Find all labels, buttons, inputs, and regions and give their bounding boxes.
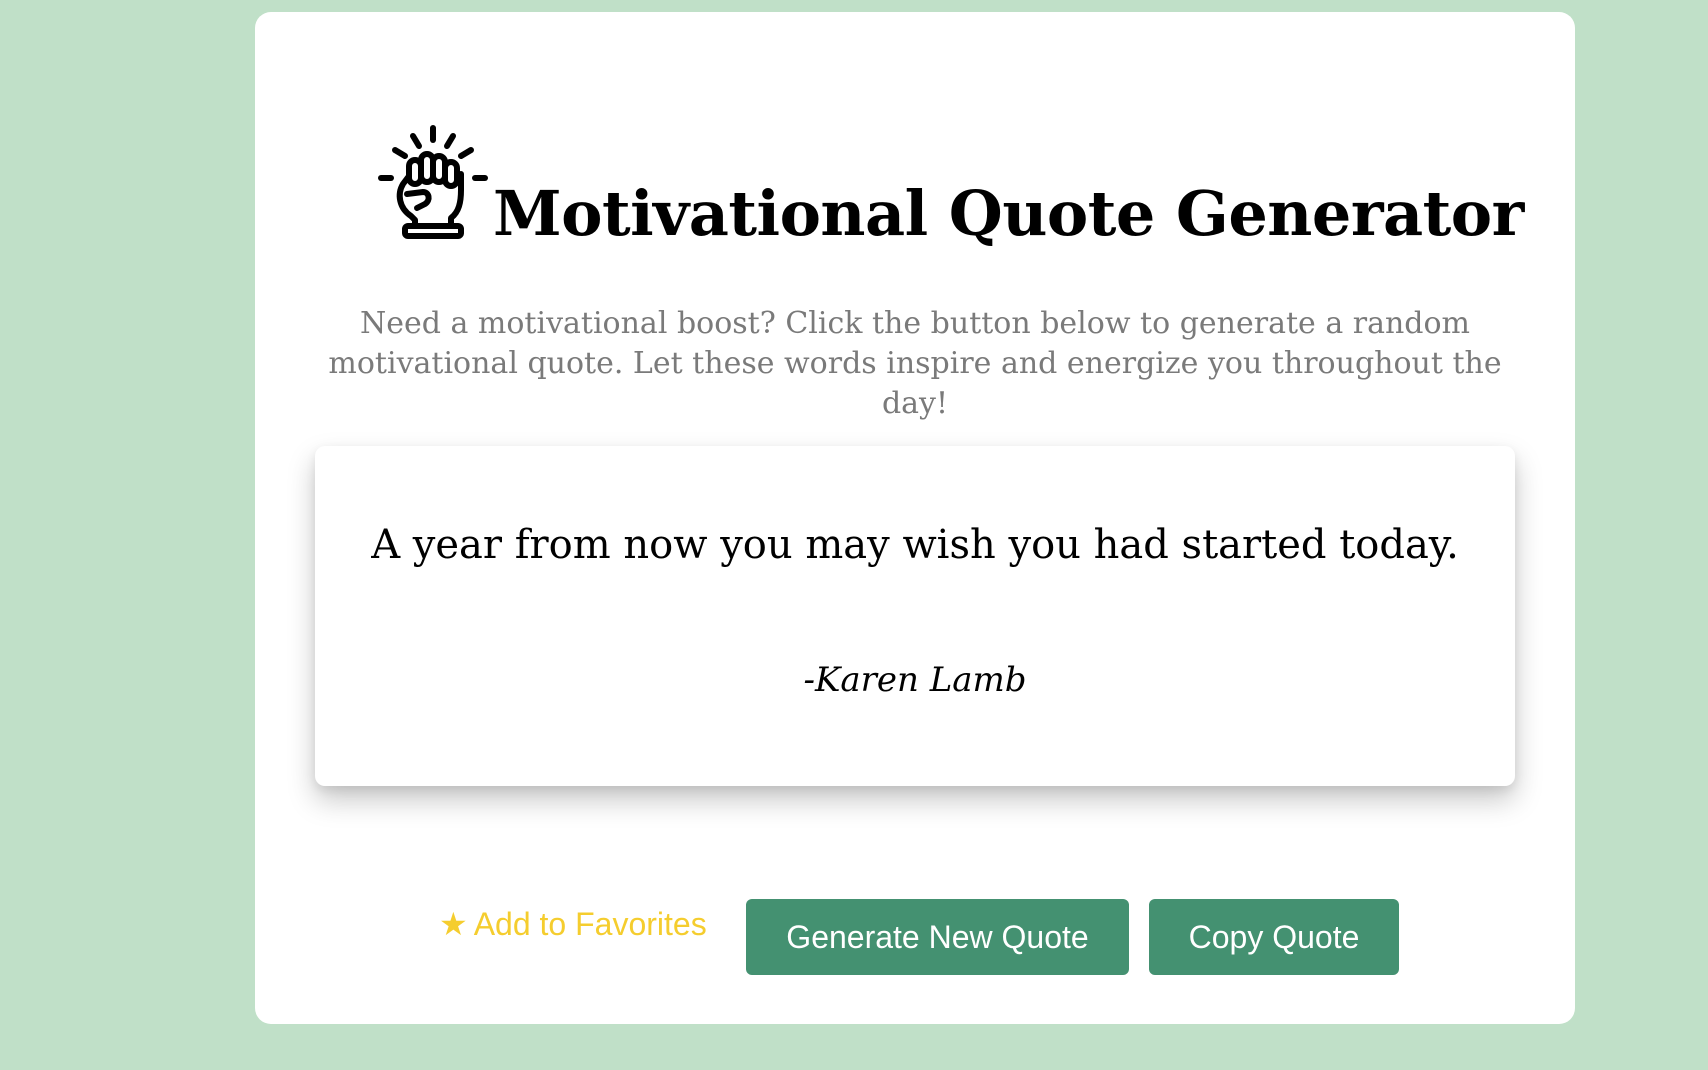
page-description: Need a motivational boost? Click the but… [328, 306, 1502, 421]
quote-author: -Karen Lamb [803, 660, 1027, 700]
generate-quote-button[interactable]: Generate New Quote [746, 899, 1129, 975]
add-to-favorites-label: Add to Favorites [473, 906, 707, 942]
main-card: Motivational Quote Generator Need a moti… [255, 12, 1575, 1024]
quote-text: A year from now you may wish you had sta… [371, 522, 1459, 568]
page-title: Motivational Quote Generator [493, 177, 1524, 250]
star-icon: ★ [439, 906, 468, 942]
title-row: Motivational Quote Generator [255, 124, 1575, 264]
copy-quote-button[interactable]: Copy Quote [1149, 899, 1399, 975]
raised-fist-icon [378, 125, 488, 239]
quote-card: A year from now you may wish you had sta… [315, 446, 1515, 786]
add-to-favorites-link[interactable]: ★ Add to Favorites [439, 905, 707, 943]
actions-row: ★ Add to Favorites Generate New Quote Cop… [255, 887, 1575, 975]
